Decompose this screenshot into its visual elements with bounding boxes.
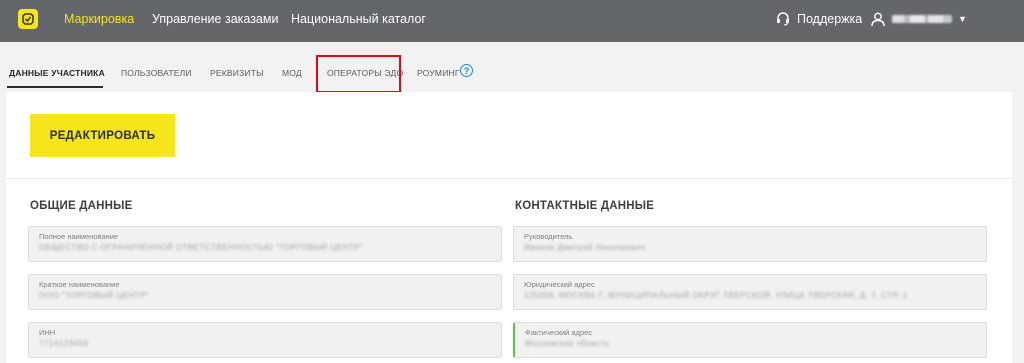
tab-mod[interactable]: МОД (282, 68, 302, 78)
legal-address-field[interactable]: Юридический адрес 125009, МОСКВА Г, МУНИ… (513, 274, 987, 310)
divider (6, 178, 1012, 179)
director-field[interactable]: Руководитель Иванов Дмитрий Николаевич (513, 226, 987, 262)
field-value: 7714123456 (39, 339, 89, 348)
tab-users[interactable]: ПОЛЬЗОВАТЕЛИ (121, 68, 192, 78)
top-navigation-bar: Маркировка Управление заказами Националь… (0, 0, 1024, 42)
highlight-frame (316, 55, 401, 93)
tab-roaming[interactable]: РОУМИНГ (417, 68, 460, 78)
support-link[interactable]: Поддержка (775, 11, 862, 27)
tab-requisites[interactable]: РЕКВИЗИТЫ (210, 68, 264, 78)
short-name-field[interactable]: Краткое наименование ООО "ТОРГОВЫЙ ЦЕНТР… (28, 274, 502, 310)
general-data-title: ОБЩИЕ ДАННЫЕ (30, 200, 133, 212)
full-name-field[interactable]: Полное наименование ОБЩЕСТВО С ОГРАНИЧЕН… (28, 226, 502, 262)
field-label: Полное наименование (39, 232, 119, 241)
field-value: ОБЩЕСТВО С ОГРАНИЧЕННОЙ ОТВЕТСТВЕННОСТЬЮ… (39, 243, 364, 252)
chevron-down-icon: ▼ (958, 14, 967, 24)
field-value: Московская область (525, 339, 610, 348)
headset-icon (777, 12, 789, 26)
active-tab-indicator (7, 86, 103, 88)
field-label: Юридический адрес (524, 280, 595, 289)
nav-item-marking[interactable]: Маркировка (64, 12, 134, 26)
user-icon (871, 12, 885, 27)
inn-field[interactable]: ИНН 7714123456 (28, 322, 502, 358)
edit-button[interactable]: РЕДАКТИРОВАТЬ (30, 114, 175, 157)
field-value: ООО "ТОРГОВЫЙ ЦЕНТР" (39, 291, 150, 300)
logo-icon[interactable] (18, 9, 38, 29)
field-value: Иванов Дмитрий Николаевич (524, 243, 646, 252)
help-icon[interactable]: ? (460, 64, 473, 77)
support-label: Поддержка (797, 12, 863, 26)
tab-participant-data[interactable]: ДАННЫЕ УЧАСТНИКА (9, 68, 105, 78)
user-name (892, 15, 952, 23)
field-value: 125009, МОСКВА Г, МУНИЦИПАЛЬНЫЙ ОКРУГ ТВ… (524, 291, 908, 300)
tab-bar: ДАННЫЕ УЧАСТНИКА ПОЛЬЗОВАТЕЛИ РЕКВИЗИТЫ … (0, 42, 1024, 90)
user-menu[interactable]: ▼ (870, 11, 967, 27)
field-label: Фактический адрес (525, 328, 593, 337)
field-label: ИНН (39, 328, 56, 337)
nav-item-order-management[interactable]: Управление заказами (152, 12, 278, 26)
participant-data-card: РЕДАКТИРОВАТЬ ОБЩИЕ ДАННЫЕ КОНТАКТНЫЕ ДА… (6, 92, 1012, 363)
nav-item-national-catalog[interactable]: Национальный каталог (291, 12, 426, 26)
field-label: Краткое наименование (39, 280, 120, 289)
contact-data-title: КОНТАКТНЫЕ ДАННЫЕ (515, 200, 655, 212)
field-label: Руководитель (524, 232, 573, 241)
actual-address-field[interactable]: Фактический адрес Московская область (513, 322, 987, 358)
